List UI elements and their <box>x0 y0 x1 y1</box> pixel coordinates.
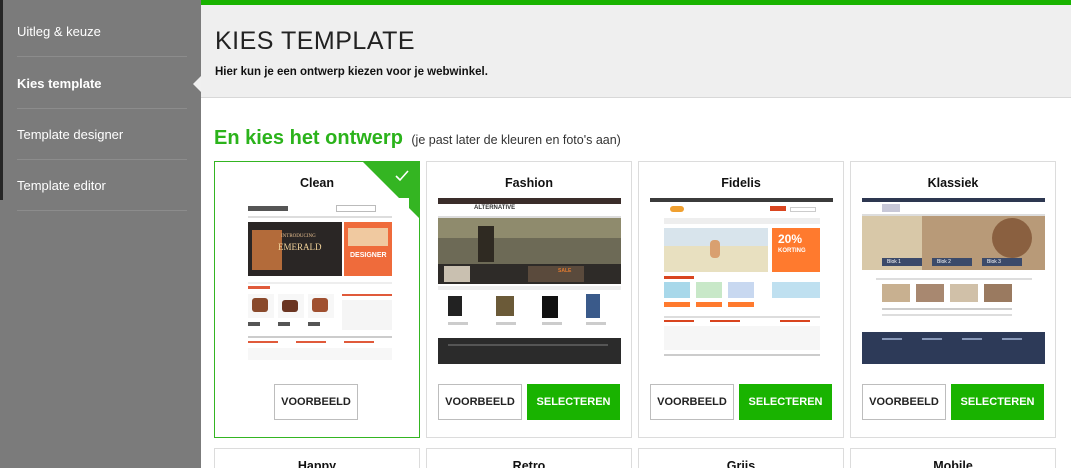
sidebar-item-template-designer[interactable]: Template designer <box>17 109 187 160</box>
template-name: Fidelis <box>721 176 761 190</box>
template-name: Clean <box>299 176 335 190</box>
template-card-mobile[interactable]: Mobile <box>850 448 1056 468</box>
template-card-clean[interactable]: Clean INTRODUCING EMERALD DESIGNER VOORB… <box>214 161 420 438</box>
template-thumbnail-klassiek[interactable]: Blok 1 Blok 2 Blok 3 <box>862 198 1045 364</box>
template-name: Happy <box>297 459 337 468</box>
page-header: KIES TEMPLATE Hier kun je een ontwerp ki… <box>201 5 1071 98</box>
template-card-fashion[interactable]: Fashion ALTERNATIVE SALE VOORBEELD SELEC… <box>426 161 632 438</box>
page-title: KIES TEMPLATE <box>215 27 416 55</box>
section-title: En kies het ontwerp <box>214 127 403 149</box>
template-card-grijs[interactable]: Grijs <box>638 448 844 468</box>
template-name: Retro <box>512 459 546 468</box>
template-thumbnail-fashion[interactable]: ALTERNATIVE SALE <box>438 198 621 364</box>
sidebar-item-kies-template[interactable]: Kies template <box>17 58 187 109</box>
template-name: Grijs <box>726 459 756 468</box>
template-name: Mobile <box>933 459 973 468</box>
template-card-happy[interactable]: Happy <box>214 448 420 468</box>
page-subtitle: Hier kun je een ontwerp kiezen voor je w… <box>215 66 488 78</box>
active-indicator <box>193 76 201 92</box>
sidebar-item-uitleg[interactable]: Uitleg & keuze <box>17 6 187 57</box>
main-content: En kies het ontwerp (je past later de kl… <box>201 98 1071 468</box>
template-card-retro[interactable]: Retro <box>426 448 632 468</box>
template-thumbnail-fidelis[interactable]: 20% KORTING <box>650 198 833 364</box>
sidebar-item-template-editor[interactable]: Template editor <box>17 160 187 211</box>
template-thumbnail-clean[interactable]: INTRODUCING EMERALD DESIGNER <box>226 198 409 364</box>
section-note: (je past later de kleuren en foto's aan) <box>411 133 621 147</box>
template-name: Klassiek <box>927 176 979 190</box>
preview-button[interactable]: VOORBEELD <box>438 384 522 420</box>
template-name: Fashion <box>505 176 553 190</box>
select-button[interactable]: SELECTEREN <box>527 384 620 420</box>
section-heading: En kies het ontwerp (je past later de kl… <box>214 127 621 150</box>
template-card-klassiek[interactable]: Klassiek Blok 1 Blok 2 Blok 3 VOORBEELD … <box>850 161 1056 438</box>
preview-button[interactable]: VOORBEELD <box>650 384 734 420</box>
sidebar: Uitleg & keuze Kies template Template de… <box>0 0 201 468</box>
preview-button[interactable]: VOORBEELD <box>862 384 946 420</box>
template-card-fidelis[interactable]: Fidelis 20% KORTING VOORBEELD SELECTEREN <box>638 161 844 438</box>
preview-button[interactable]: VOORBEELD <box>274 384 358 420</box>
select-button[interactable]: SELECTEREN <box>739 384 832 420</box>
select-button[interactable]: SELECTEREN <box>951 384 1044 420</box>
